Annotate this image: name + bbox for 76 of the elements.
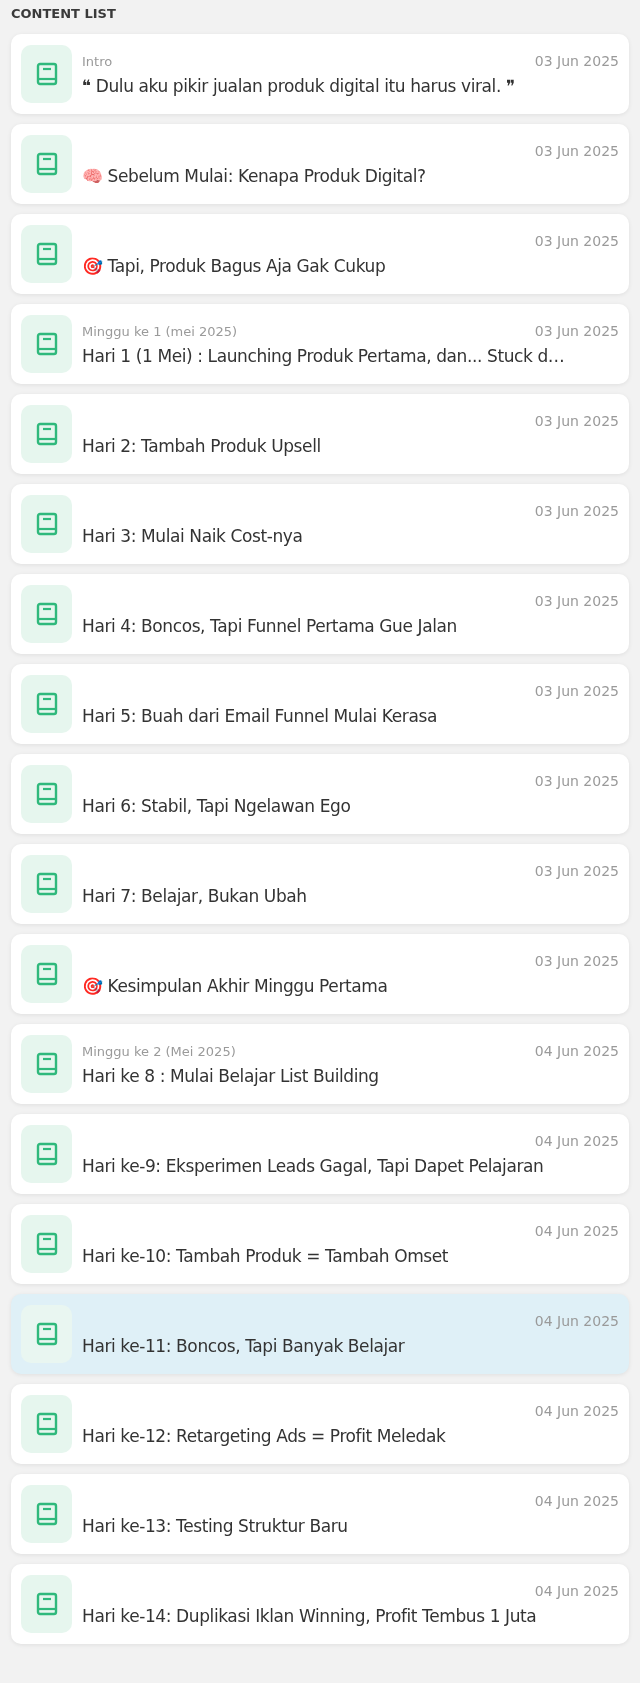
item-date: 03 Jun 2025	[534, 323, 619, 339]
content-item[interactable]: 03 Jun 2025 Hari 7: Belajar, Bukan Ubah	[11, 844, 629, 924]
item-title: Hari ke-11: Boncos, Tapi Banyak Belajar	[82, 1336, 405, 1356]
item-date: 03 Jun 2025	[534, 953, 619, 969]
content-item[interactable]: 04 Jun 2025 Hari ke-14: Duplikasi Iklan Winning, Profit Tembus 1 Juta	[11, 1564, 629, 1644]
book-icon	[21, 1305, 72, 1363]
item-date: 03 Jun 2025	[534, 413, 619, 429]
content-item[interactable]: 03 Jun 2025 Hari 4: Boncos, Tapi Funnel Pertama Gue Jalan	[11, 574, 629, 654]
item-date: 03 Jun 2025	[534, 593, 619, 609]
content-item[interactable]: 03 Jun 2025 Hari 5: Buah dari Email Funnel Mulai Kerasa	[11, 664, 629, 744]
book-icon	[21, 495, 72, 553]
item-date: 03 Jun 2025	[534, 143, 619, 159]
book-icon	[21, 45, 72, 103]
item-title: Hari ke-12: Retargeting Ads = Profit Meledak	[82, 1426, 446, 1446]
item-title: Hari ke-9: Eksperimen Leads Gagal, Tapi Dapet Pelajaran	[82, 1156, 544, 1176]
book-icon	[21, 1035, 72, 1093]
item-date: 03 Jun 2025	[534, 233, 619, 249]
item-title: Hari ke-13: Testing Struktur Baru	[82, 1516, 348, 1536]
item-date: 04 Jun 2025	[534, 1583, 619, 1599]
item-title: Hari ke-10: Tambah Produk = Tambah Omset	[82, 1246, 449, 1266]
item-title: 🧠 Sebelum Mulai: Kenapa Produk Digital?	[82, 166, 426, 186]
item-date: 04 Jun 2025	[534, 1223, 619, 1239]
book-icon	[21, 945, 72, 1003]
item-title: Hari ke 8 : Mulai Belajar List Building	[82, 1066, 379, 1086]
content-item[interactable]: Minggu ke 2 (Mei 2025) 04 Jun 2025 Hari ke 8 : Mulai Belajar List Building	[11, 1024, 629, 1104]
item-title: Hari 4: Boncos, Tapi Funnel Pertama Gue Jalan	[82, 616, 457, 636]
item-date: 04 Jun 2025	[534, 1133, 619, 1149]
book-icon	[21, 1575, 72, 1633]
item-date: 03 Jun 2025	[534, 683, 619, 699]
content-item[interactable]: Intro 03 Jun 2025 ❝ Dulu aku pikir jualan produk digital itu harus viral. ❞	[11, 34, 629, 114]
book-icon	[21, 855, 72, 913]
book-icon	[21, 1485, 72, 1543]
book-icon	[21, 1215, 72, 1273]
section-label: Intro	[82, 53, 113, 69]
item-title: Hari ke-14: Duplikasi Iklan Winning, Profit Tembus 1 Juta	[82, 1606, 537, 1626]
item-title: ❝ Dulu aku pikir jualan produk digital itu harus viral. ❞	[82, 76, 515, 96]
content-item[interactable]: 04 Jun 2025 Hari ke-12: Retargeting Ads = Profit Meledak	[11, 1384, 629, 1464]
item-date: 04 Jun 2025	[534, 1493, 619, 1509]
item-title: Hari 1 (1 Mei) : Launching Produk Pertama, dan... Stuck d…	[82, 346, 565, 366]
item-title: Hari 5: Buah dari Email Funnel Mulai Kerasa	[82, 706, 437, 726]
content-item[interactable]: 03 Jun 2025 Hari 6: Stabil, Tapi Ngelawan Ego	[11, 754, 629, 834]
item-date: 03 Jun 2025	[534, 773, 619, 789]
section-heading: CONTENT LIST	[11, 6, 116, 21]
content-item[interactable]: 03 Jun 2025 🎯 Tapi, Produk Bagus Aja Gak Cukup	[11, 214, 629, 294]
content-item[interactable]: Minggu ke 1 (mei 2025) 03 Jun 2025 Hari 1 (1 Mei) : Launching Produk Pertama, dan... Stuck d…	[11, 304, 629, 384]
item-title: Hari 7: Belajar, Bukan Ubah	[82, 886, 307, 906]
item-title: Hari 3: Mulai Naik Cost-nya	[82, 526, 303, 546]
item-title: Hari 2: Tambah Produk Upsell	[82, 436, 321, 456]
content-item[interactable]: 04 Jun 2025 Hari ke-9: Eksperimen Leads Gagal, Tapi Dapet Pelajaran	[11, 1114, 629, 1194]
item-date: 03 Jun 2025	[534, 53, 619, 69]
content-item[interactable]: 03 Jun 2025 Hari 3: Mulai Naik Cost-nya	[11, 484, 629, 564]
item-title: 🎯 Tapi, Produk Bagus Aja Gak Cukup	[82, 256, 386, 276]
content-item[interactable]: 03 Jun 2025 Hari 2: Tambah Produk Upsell	[11, 394, 629, 474]
book-icon	[21, 405, 72, 463]
section-label: Minggu ke 1 (mei 2025)	[82, 323, 238, 339]
book-icon	[21, 1125, 72, 1183]
item-title: 🎯 Kesimpulan Akhir Minggu Pertama	[82, 976, 388, 996]
item-date: 04 Jun 2025	[534, 1313, 619, 1329]
book-icon	[21, 225, 72, 283]
content-item[interactable]: 04 Jun 2025 Hari ke-10: Tambah Produk = Tambah Omset	[11, 1204, 629, 1284]
book-icon	[21, 585, 72, 643]
content-item[interactable]: 03 Jun 2025 🎯 Kesimpulan Akhir Minggu Pertama	[11, 934, 629, 1014]
item-date: 04 Jun 2025	[534, 1043, 619, 1059]
book-icon	[21, 675, 72, 733]
item-date: 03 Jun 2025	[534, 863, 619, 879]
section-label: Minggu ke 2 (Mei 2025)	[82, 1043, 236, 1059]
book-icon	[21, 315, 72, 373]
book-icon	[21, 765, 72, 823]
content-item[interactable]: 03 Jun 2025 🧠 Sebelum Mulai: Kenapa Produk Digital?	[11, 124, 629, 204]
item-title: Hari 6: Stabil, Tapi Ngelawan Ego	[82, 796, 351, 816]
item-date: 04 Jun 2025	[534, 1403, 619, 1419]
content-item[interactable]: 04 Jun 2025 Hari ke-11: Boncos, Tapi Banyak Belajar	[11, 1294, 629, 1374]
book-icon	[21, 1395, 72, 1453]
content-item[interactable]: 04 Jun 2025 Hari ke-13: Testing Struktur Baru	[11, 1474, 629, 1554]
item-date: 03 Jun 2025	[534, 503, 619, 519]
book-icon	[21, 135, 72, 193]
